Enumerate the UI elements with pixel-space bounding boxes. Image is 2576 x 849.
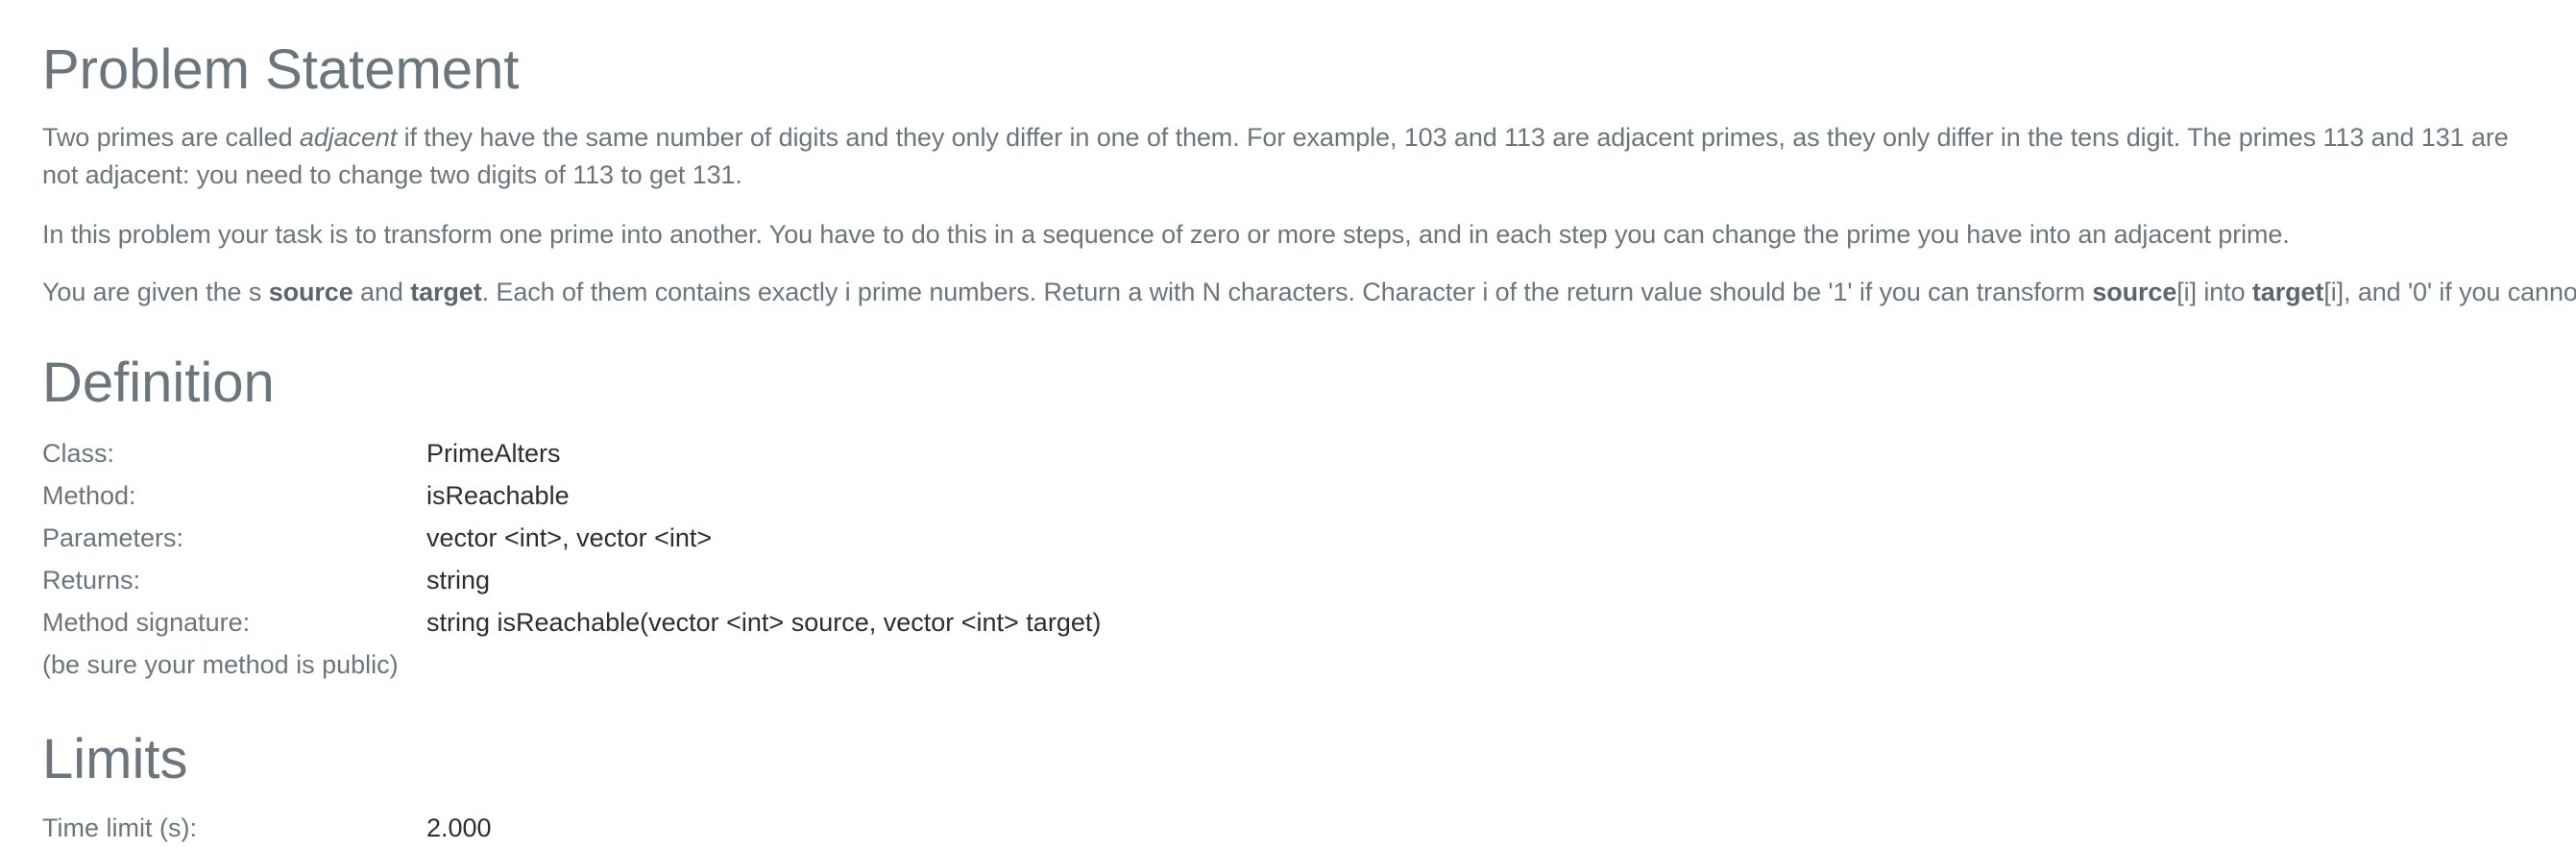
p3-text-b: . Each of them contains exactly i prime … [481,278,2093,306]
p3-bold-target-i: target [2251,278,2324,306]
definition-row-method: Method: isReachable [42,474,1101,517]
problem-paragraph-2: In this problem your task is to transfor… [42,220,2290,249]
problem-statement-heading: Problem Statement [42,38,520,101]
problem-page: Problem Statement Two primes are called … [0,0,2576,843]
p3-text-c: [i], and '0' if you cannot. [2323,278,2576,306]
definition-key: Class: [42,438,115,468]
limits-row-time: Time limit (s): 2.000 [42,807,492,849]
definition-row-class: Class: PrimeAlters [42,432,1101,474]
definition-note: (be sure your method is public) [42,649,399,679]
p1-text-b: if they have the same number of digits a… [42,123,2509,189]
p1-italic-adjacent: adjacent [299,123,398,152]
definition-key: Parameters: [42,522,184,552]
definition-row-returns: Returns: string [42,559,1101,601]
definition-key: Method signature: [42,607,251,637]
definition-row-public-note: (be sure your method is public) [42,643,1101,686]
p3-bold-source: source [268,278,353,306]
definition-key: Returns: [42,565,141,594]
definition-row-parameters: Parameters: vector <int>, vector <int> [42,517,1101,559]
p3-text-idx1: [i] into [2176,278,2252,306]
p3-bold-source-i: source [2092,278,2177,306]
p3-bold-target: target [410,278,482,306]
limits-heading: Limits [42,728,188,790]
problem-paragraph-1: Two primes are called adjacent if they h… [42,119,2540,194]
definition-heading: Definition [42,352,275,414]
p3-text-a: You are given the s [42,278,269,306]
definition-value: isReachable [426,480,570,510]
problem-paragraph-3: You are given the s source and target. E… [42,274,2576,311]
definition-value: string isReachable(vector <int> source, … [426,607,1102,637]
limits-value: 2.000 [426,813,492,842]
definition-value: vector <int>, vector <int> [426,522,713,552]
limits-key: Time limit (s): [42,813,197,842]
p3-text-and: and [352,278,411,306]
definition-value: string [426,565,491,594]
definition-row-signature: Method signature: string isReachable(vec… [42,601,1101,643]
definition-table: Class: PrimeAlters Method: isReachable P… [42,432,1101,686]
limits-table: Time limit (s): 2.000 [42,807,492,849]
definition-key: Method: [42,480,136,510]
definition-value: PrimeAlters [426,438,561,468]
p1-text-a: Two primes are called [42,123,300,152]
